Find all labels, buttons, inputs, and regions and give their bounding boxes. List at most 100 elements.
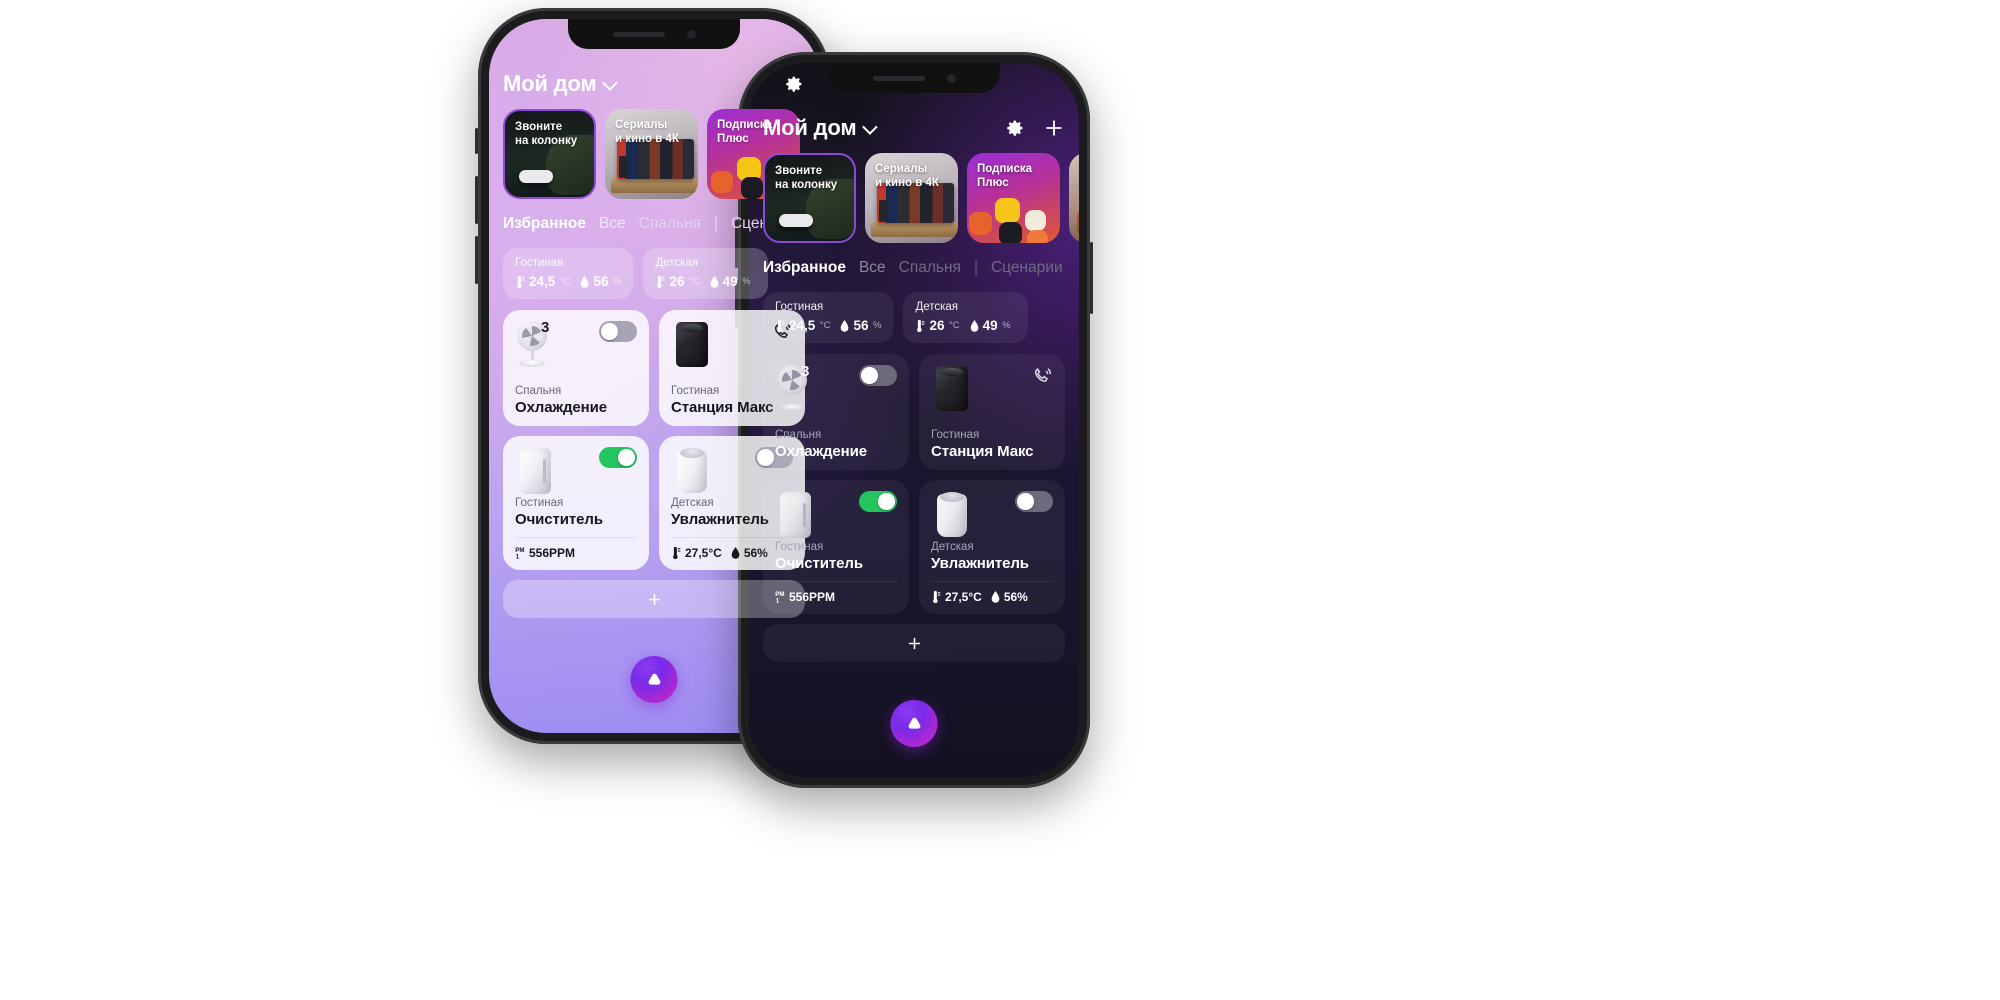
droplet-icon bbox=[731, 547, 740, 559]
promo-banner[interactable]: Звоните на колонку bbox=[503, 109, 596, 199]
device-card-top: 3 bbox=[515, 319, 637, 371]
smart-speaker-icon bbox=[931, 365, 975, 413]
earpiece-speaker bbox=[612, 31, 665, 37]
app-icons-art bbox=[967, 187, 1060, 243]
tab-separator: | bbox=[973, 259, 978, 276]
device-card-meta: Детская Увлажнитель bbox=[931, 541, 1053, 572]
promo-banner[interactable]: Сериалы и кино в 4К bbox=[865, 153, 958, 243]
device-card[interactable]: 3 Спальня Охлаждение bbox=[763, 354, 909, 470]
device-toggle[interactable] bbox=[859, 491, 897, 512]
temperature-reading: 27,5°C bbox=[931, 590, 982, 604]
device-toggle[interactable] bbox=[599, 321, 637, 342]
assistant-alice-button[interactable] bbox=[630, 656, 678, 703]
phone-button-power[interactable] bbox=[1090, 242, 1093, 314]
device-stats: PM 1 556PPM bbox=[515, 537, 637, 560]
svg-text:1: 1 bbox=[776, 598, 780, 604]
humidity-unit: % bbox=[612, 276, 622, 287]
device-name: Очиститель bbox=[775, 555, 863, 572]
tv-stand-art bbox=[611, 178, 698, 193]
humidity-value: 49 bbox=[982, 318, 998, 333]
humidity-value: 56 bbox=[853, 318, 869, 333]
thermometer-icon bbox=[777, 319, 785, 332]
humidifier-icon bbox=[671, 447, 715, 495]
page-title: Мой дом bbox=[503, 71, 597, 96]
device-card-meta: Гостиная Очиститель bbox=[775, 541, 897, 572]
phone-screen-dark: Мой дом Звоните на колонку Сериалы и кин… bbox=[749, 63, 1079, 777]
humidity-value: 49 bbox=[722, 274, 738, 289]
device-card[interactable]: 3 Спальня Охлаждение bbox=[503, 310, 649, 426]
promo-banner[interactable]: Умнэто bbox=[1069, 153, 1079, 243]
device-name: Увлажнитель bbox=[931, 555, 1029, 572]
speaker-art bbox=[619, 156, 628, 178]
screenshot-stage: Мой дом Звоните на колонку Сериалы и кин… bbox=[0, 0, 2000, 1000]
thermometer-icon bbox=[933, 590, 941, 604]
room-chip-values: 26 °C 49% bbox=[915, 318, 1016, 333]
air-purifier-icon bbox=[515, 447, 559, 495]
assistant-alice-button[interactable] bbox=[890, 700, 938, 747]
humidity-reading: 56% bbox=[990, 590, 1028, 604]
home-selector-light[interactable]: Мой дом bbox=[503, 71, 619, 97]
humidity-reading: 49% bbox=[969, 318, 1011, 333]
device-card-top: 3 bbox=[775, 363, 897, 415]
tab-bedroom[interactable]: Спальня bbox=[639, 215, 701, 233]
room-chip[interactable]: Гостиная 24,5 °C 56% bbox=[763, 292, 894, 343]
app-ui-dark: Мой дом Звоните на колонку Сериалы и кин… bbox=[749, 63, 1079, 777]
device-card-meta: Спальня Охлаждение bbox=[775, 429, 897, 460]
tab-all[interactable]: Все bbox=[859, 259, 886, 277]
device-card-meta: Спальня Охлаждение bbox=[515, 385, 637, 416]
room-chip[interactable]: Детская 26 °C 49% bbox=[903, 292, 1029, 343]
phone-button-mute[interactable] bbox=[475, 128, 478, 154]
device-card[interactable]: Гостиная Очиститель PM 1 556PPM bbox=[763, 480, 909, 614]
device-card-meta: Гостиная Очиститель bbox=[515, 497, 637, 528]
phone-button-volume-down[interactable] bbox=[475, 236, 478, 284]
tab-favorites[interactable]: Избранное bbox=[503, 215, 586, 233]
speaker-art bbox=[879, 200, 888, 222]
humidity-reading: 56% bbox=[839, 318, 881, 333]
tab-scenarios[interactable]: Сценарии bbox=[991, 259, 1063, 277]
promo-banner-carousel-dark[interactable]: Звоните на колонку Сериалы и кино в 4К П… bbox=[763, 153, 1079, 243]
room-chip[interactable]: Гостиная 24,5 °C 56% bbox=[503, 248, 634, 299]
device-name: Охлаждение bbox=[515, 399, 608, 416]
device-toggle[interactable] bbox=[599, 447, 637, 468]
front-camera bbox=[946, 73, 956, 83]
plus-icon bbox=[908, 637, 920, 649]
promo-banner[interactable]: Подписка Плюс bbox=[967, 153, 1060, 243]
device-toggle[interactable] bbox=[1015, 491, 1053, 512]
gear-icon[interactable] bbox=[1004, 117, 1026, 139]
phone-call-icon[interactable] bbox=[1031, 365, 1053, 387]
temperature-reading: 26 °C bbox=[655, 274, 700, 289]
promo-banner[interactable]: Сериалы и кино в 4К bbox=[605, 109, 698, 199]
front-camera bbox=[686, 29, 696, 39]
droplet-icon bbox=[710, 275, 718, 288]
promo-banner[interactable]: Звоните на колонку bbox=[763, 153, 856, 243]
phone-button-volume-up[interactable] bbox=[475, 176, 478, 224]
temperature-reading: 26 °C bbox=[915, 318, 960, 333]
tv-stand-art bbox=[871, 222, 958, 237]
device-name: Станция Макс bbox=[931, 443, 1034, 460]
phone-notch-dark bbox=[828, 63, 1000, 93]
tab-bedroom[interactable]: Спальня bbox=[899, 259, 961, 277]
device-card[interactable]: Гостиная Станция Макс bbox=[919, 354, 1065, 470]
alice-icon bbox=[908, 717, 920, 729]
promo-banner-label: Подписка Плюс bbox=[977, 163, 1033, 190]
device-toggle[interactable] bbox=[859, 365, 897, 386]
device-card[interactable]: Гостиная Очиститель PM 1 556PPM bbox=[503, 436, 649, 570]
temperature-value: 27,5°C bbox=[945, 590, 982, 604]
pm1-icon: PM1 bbox=[775, 591, 784, 604]
device-room: Гостиная bbox=[515, 497, 564, 509]
tab-favorites[interactable]: Избранное bbox=[763, 259, 846, 277]
temperature-reading: 27,5°C bbox=[671, 546, 722, 560]
device-room: Гостиная bbox=[775, 541, 824, 553]
device-card[interactable]: Детская Увлажнитель 27,5°C 56% bbox=[919, 480, 1065, 614]
plus-icon[interactable] bbox=[1043, 117, 1065, 139]
tab-all[interactable]: Все bbox=[599, 215, 626, 233]
temperature-value: 26 bbox=[929, 318, 945, 333]
home-selector-dark[interactable]: Мой дом bbox=[763, 115, 879, 141]
device-card-top bbox=[931, 491, 1053, 541]
phone-mockup-dark-theme: Мой дом Звоните на колонку Сериалы и кин… bbox=[735, 52, 1093, 788]
add-device-button[interactable] bbox=[763, 624, 1065, 662]
pm1-value: 556PPM bbox=[789, 590, 836, 604]
temperature-value: 27,5°C bbox=[685, 546, 722, 560]
device-stats: PM 1 556PPM bbox=[775, 581, 897, 604]
fan-speed-badge: 3 bbox=[541, 319, 550, 336]
